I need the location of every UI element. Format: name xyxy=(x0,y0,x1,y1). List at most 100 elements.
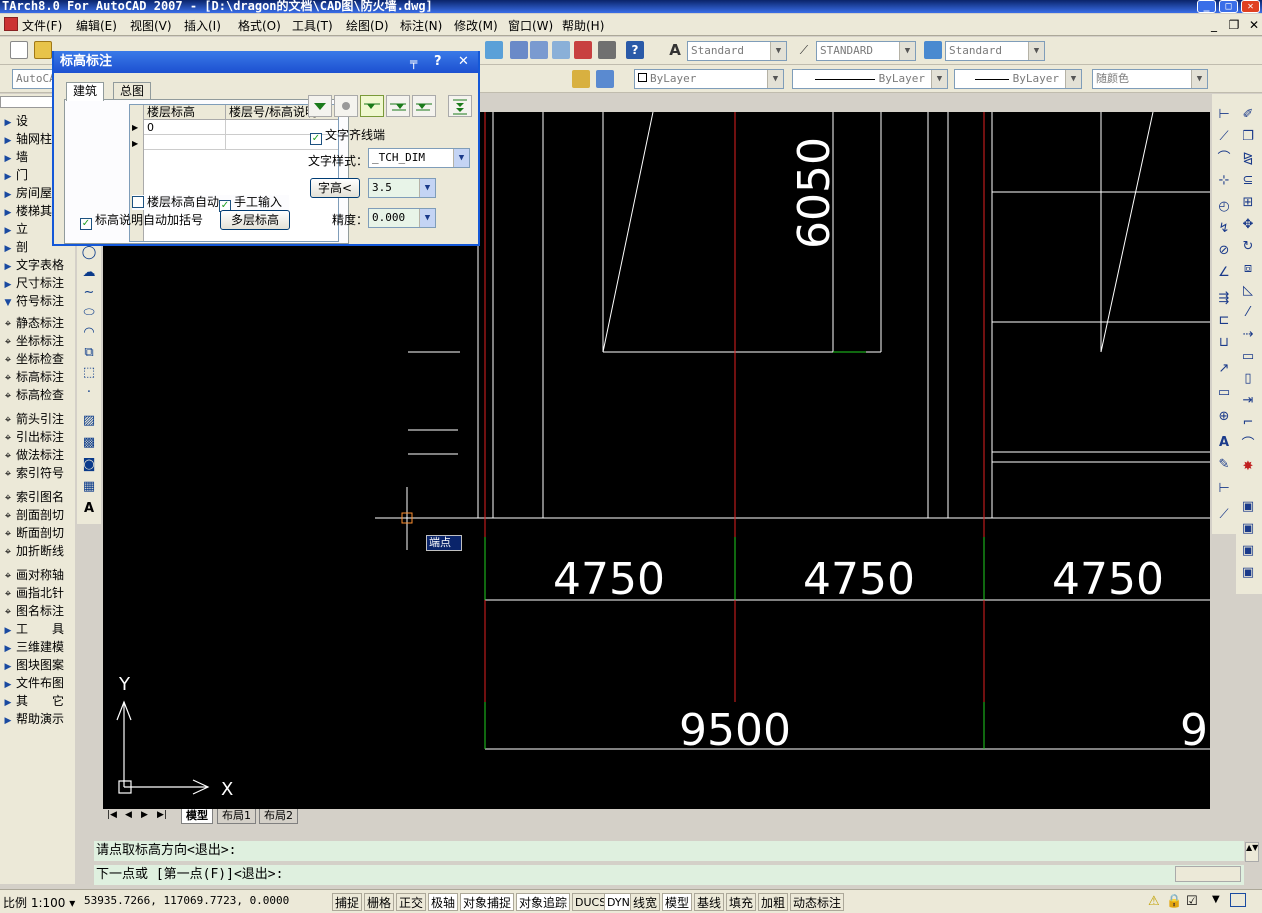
spline-icon[interactable]: ∼ xyxy=(80,284,98,302)
lineweight-select[interactable]: ByLayer ▼ xyxy=(954,69,1082,89)
fillet-icon[interactable]: ⌒ xyxy=(1239,436,1257,454)
dim-update-icon[interactable]: ⊢ xyxy=(1215,480,1233,498)
make-block-icon[interactable]: ⬚ xyxy=(80,364,98,382)
dim-text-5[interactable]: 9 xyxy=(1180,705,1208,756)
app-icon[interactable] xyxy=(4,17,18,31)
tarch-menu-item[interactable]: ⌖ 图名标注 xyxy=(0,602,75,620)
elev-style-line-down-icon[interactable] xyxy=(360,95,384,117)
table-style-select[interactable]: Standard ▼ xyxy=(945,41,1045,61)
elev-style-right-icon[interactable] xyxy=(386,95,410,117)
precision-select[interactable]: 0.000 ▼ xyxy=(368,208,436,228)
trim-icon[interactable]: ⁄ xyxy=(1239,304,1257,322)
scale-select[interactable]: 比例 1:100 ▾ xyxy=(3,894,75,911)
linetype-select[interactable]: ByLayer ▼ xyxy=(792,69,948,89)
menu-format[interactable]: 格式(O) xyxy=(238,17,281,34)
dimedit-icon[interactable]: A xyxy=(1215,434,1233,452)
mdi-close-button[interactable]: ✕ xyxy=(1246,18,1262,32)
leader-icon[interactable]: ↗ xyxy=(1215,360,1233,378)
break-icon[interactable]: ▯ xyxy=(1239,370,1257,388)
circle-icon[interactable]: ◯ xyxy=(80,244,98,262)
help-icon[interactable]: ? xyxy=(626,41,644,59)
aligned-dim-icon[interactable]: ⟋ xyxy=(1215,128,1233,146)
arc-length-icon[interactable]: ⌒ xyxy=(1215,150,1233,168)
draworder-front-icon[interactable]: ▣ xyxy=(1239,498,1257,516)
dim-style-select[interactable]: STANDARD ▼ xyxy=(816,41,916,61)
tarch-menu-item[interactable]: ⌖ 加折断线 xyxy=(0,542,75,560)
tarch-menu-item[interactable]: ⌖ 索引图名 xyxy=(0,488,75,506)
tarch-menu-item[interactable]: ▶ 文字表格 xyxy=(0,256,75,274)
tray-settings-icon[interactable]: ☑ xyxy=(1186,894,1198,909)
next-tab-icon[interactable]: ▶ xyxy=(141,810,148,820)
offset-icon[interactable]: ⊆ xyxy=(1239,172,1257,190)
layer-states-icon[interactable] xyxy=(596,70,614,88)
prev-tab-icon[interactable]: ◀ xyxy=(125,810,132,820)
cell-level-2[interactable] xyxy=(144,135,226,150)
calculator-icon[interactable] xyxy=(598,41,616,59)
dim-text-2[interactable]: 4750 xyxy=(803,554,915,605)
copy-icon[interactable]: ❐ xyxy=(1239,128,1257,146)
tarch-menu-item[interactable]: ▶ 三维建模 xyxy=(0,638,75,656)
continue-dim-icon[interactable]: ⊔ xyxy=(1215,334,1233,352)
dialog-text-style-select[interactable]: _TCH_DIM ▼ xyxy=(368,148,470,168)
dimtedit-icon[interactable]: ✎ xyxy=(1215,456,1233,474)
status-menu-icon[interactable]: ▼ xyxy=(1212,894,1220,905)
menu-insert[interactable]: 插入(I) xyxy=(184,17,221,34)
tab-site-plan[interactable]: 总图 xyxy=(113,82,152,100)
join-icon[interactable]: ⇥ xyxy=(1239,392,1257,410)
tarch-menu-item[interactable]: ▶ 尺寸标注 xyxy=(0,274,75,292)
comm-center-icon[interactable]: ⚠ xyxy=(1148,894,1160,909)
tarch-menu-item[interactable]: ▶ 其 它 xyxy=(0,692,75,710)
move-icon[interactable]: ✥ xyxy=(1239,216,1257,234)
dynamic-dim-button[interactable]: 动态标注 xyxy=(790,893,845,911)
lock-icon[interactable]: 🔒 xyxy=(1166,894,1182,909)
tarch-menu-item[interactable]: ▶ 工 具 xyxy=(0,620,75,638)
linear-dim-icon[interactable]: ⊢ xyxy=(1215,106,1233,124)
dialog-help-button[interactable]: ? xyxy=(434,51,442,73)
menu-view[interactable]: 视图(V) xyxy=(130,17,172,34)
tarch-menu-item[interactable]: ⌖ 坐标标注 xyxy=(0,332,75,350)
radius-dim-icon[interactable]: ◴ xyxy=(1215,198,1233,216)
erase-icon[interactable]: ✐ xyxy=(1239,106,1257,124)
open-file-icon[interactable] xyxy=(34,41,52,59)
tarch-menu-item[interactable]: ▶ 帮助演示 xyxy=(0,710,75,728)
dialog-title-bar[interactable]: 标高标注 ╤ ? ✕ xyxy=(54,51,478,73)
stretch-icon[interactable]: ◺ xyxy=(1239,282,1257,300)
ordinate-dim-icon[interactable]: ⊹ xyxy=(1215,172,1233,190)
tarch-menu-item[interactable]: ⌖ 剖面剖切 xyxy=(0,506,75,524)
multiline-text-icon[interactable]: A xyxy=(80,500,98,518)
dim-text-1[interactable]: 4750 xyxy=(553,554,665,605)
explode-icon[interactable]: ✸ xyxy=(1239,458,1257,476)
menu-draw[interactable]: 绘图(D) xyxy=(346,17,389,34)
ellipse-icon[interactable]: ⬭ xyxy=(80,304,98,322)
dim-text-vertical[interactable]: 6050 xyxy=(789,137,840,249)
pin-icon[interactable]: ╤ xyxy=(410,51,417,73)
menu-tools[interactable]: 工具(T) xyxy=(292,17,333,34)
region-icon[interactable]: ◙ xyxy=(80,456,98,474)
minimize-button[interactable]: _ xyxy=(1197,0,1216,13)
point-icon[interactable]: · xyxy=(80,384,98,402)
menu-modify[interactable]: 修改(M) xyxy=(454,17,498,34)
tool-palette-icon[interactable] xyxy=(530,41,548,59)
hatch-icon[interactable]: ▨ xyxy=(80,412,98,430)
mirror-icon[interactable]: ⧎ xyxy=(1239,150,1257,168)
markup-icon[interactable] xyxy=(574,41,592,59)
menu-file[interactable]: 文件(F) xyxy=(22,17,62,34)
text-style-select[interactable]: Standard ▼ xyxy=(687,41,787,61)
grid-button[interactable]: 栅格 xyxy=(364,893,395,911)
rotate-icon[interactable]: ↻ xyxy=(1239,238,1257,256)
center-mark-icon[interactable]: ⊕ xyxy=(1215,408,1233,426)
tarch-menu-item[interactable]: ⌖ 画指北针 xyxy=(0,584,75,602)
insert-block-icon[interactable]: ⧉ xyxy=(80,344,98,362)
tab-layout2[interactable]: 布局2 xyxy=(259,809,298,824)
dim-style-icon[interactable]: ⟋ xyxy=(1215,506,1233,524)
tolerance-icon[interactable]: ▭ xyxy=(1215,384,1233,402)
tarch-menu-item[interactable]: ⌖ 标高标注 xyxy=(0,368,75,386)
sheet-set-icon[interactable] xyxy=(552,41,570,59)
baseline-button[interactable]: 基线 xyxy=(694,893,725,911)
table-style-icon[interactable] xyxy=(924,41,942,59)
text-style-icon[interactable]: A xyxy=(666,41,684,59)
command-prompt-line[interactable]: 下一点或 [第一点(F)]<退出>: xyxy=(94,865,1244,885)
close-button[interactable]: ✕ xyxy=(1241,0,1260,13)
snap-button[interactable]: 捕捉 xyxy=(332,893,363,911)
color-select[interactable]: ByLayer ▼ xyxy=(634,69,784,89)
